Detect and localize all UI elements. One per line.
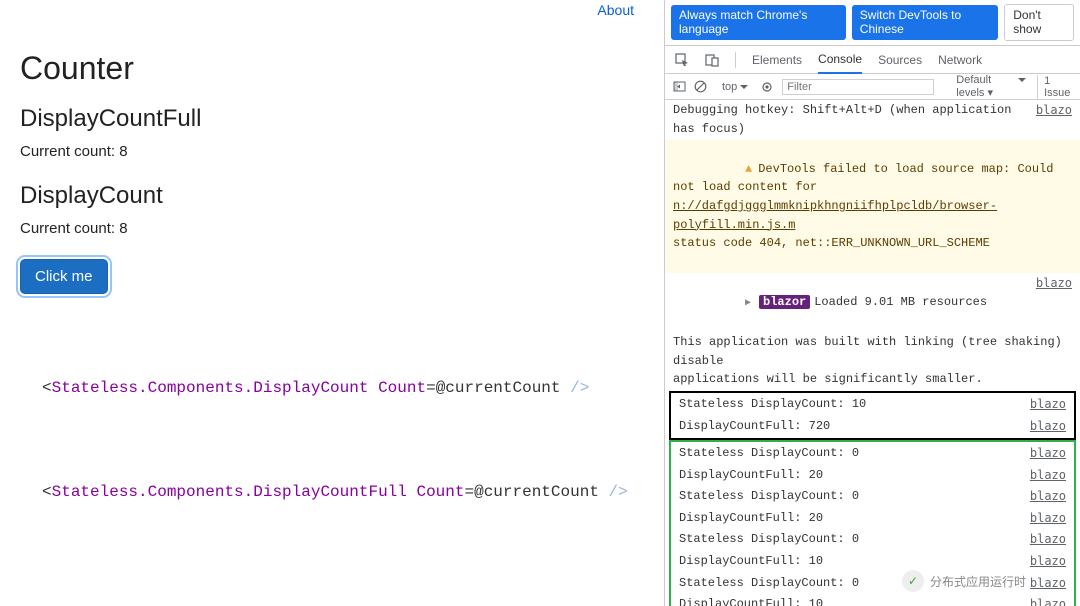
console-source-link[interactable]: blazo <box>1024 552 1066 571</box>
console-row: Debugging hotkey: Shift+Alt+D (when appl… <box>665 100 1080 140</box>
blazor-badge: blazor <box>759 295 810 309</box>
switch-chinese-button[interactable]: Switch DevTools to Chinese <box>852 5 998 40</box>
log-levels-selector[interactable]: Default levels ▾ <box>950 73 1029 100</box>
code-closer: /> <box>561 379 590 397</box>
tab-sources[interactable]: Sources <box>878 47 922 73</box>
console-message: Stateless DisplayCount: 0 <box>679 444 1024 463</box>
console-source-link[interactable]: blazo <box>1024 466 1066 485</box>
code-attr: Count <box>407 483 465 501</box>
wechat-icon: ✓ <box>902 570 924 592</box>
console-toolbar: top Default levels ▾ 1 Issue <box>665 74 1080 100</box>
console-row: This application was built with linking … <box>665 332 1080 391</box>
console-message: ▲DevTools failed to load source map: Cou… <box>673 141 1072 271</box>
dont-show-button[interactable]: Don't show <box>1004 4 1074 41</box>
console-output: Debugging hotkey: Shift+Alt+D (when appl… <box>665 100 1080 606</box>
watermark-text: 分布式应用运行时 <box>930 573 1026 590</box>
console-row: Stateless DisplayCount: 0blazo <box>671 443 1074 465</box>
watermark-badge: ✓ 分布式应用运行时 <box>898 568 1030 594</box>
nav-about-link[interactable]: About <box>597 2 634 20</box>
console-row: Stateless DisplayCount: 10blazo <box>671 394 1074 416</box>
console-row: DisplayCountFull: 20blazo <box>671 508 1074 530</box>
console-message: Stateless DisplayCount: 10 <box>679 395 1024 414</box>
code-tag: Stateless.Components.DisplayCount <box>52 379 369 397</box>
console-source-link[interactable]: blazo <box>1024 417 1066 436</box>
console-message: Stateless DisplayCount: 0 <box>679 487 1024 506</box>
current-count-full: Current count: 8 <box>20 143 644 160</box>
app-pane: About Counter DisplayCountFull Current c… <box>0 0 665 606</box>
tab-console[interactable]: Console <box>818 46 862 74</box>
console-message: DisplayCountFull: 720 <box>679 417 1024 436</box>
console-source-link[interactable]: blazo <box>1024 444 1066 463</box>
devtools-infobar: Always match Chrome's language Switch De… <box>665 0 1080 46</box>
devtools-tabbar: Elements Console Sources Network <box>665 46 1080 74</box>
top-nav: About <box>0 0 664 20</box>
console-row: DisplayCountFull: 720blazo <box>671 416 1074 438</box>
context-selector[interactable]: top <box>715 79 752 95</box>
code-line-2: <Stateless.Components.DisplayCountFull C… <box>42 455 644 532</box>
console-message: Debugging hotkey: Shift+Alt+D (when appl… <box>673 101 1030 138</box>
sourcemap-url-link[interactable]: n://dafgdjggglmmknipkhngniifhplpcldb/bro… <box>673 199 997 232</box>
code-attr: Count <box>368 379 426 397</box>
console-message: ▶blazorLoaded 9.01 MB resources <box>673 274 1030 330</box>
console-row: Stateless DisplayCount: 0blazo <box>671 529 1074 551</box>
console-source-link[interactable]: blazo <box>1024 530 1066 549</box>
console-row: DisplayCountFull: 20blazo <box>671 465 1074 487</box>
console-filter-input[interactable] <box>782 79 934 95</box>
highlight-box-black: Stateless DisplayCount: 10blazoDisplayCo… <box>669 391 1076 440</box>
code-eq: = <box>464 483 474 501</box>
devtools-pane: Always match Chrome's language Switch De… <box>665 0 1080 606</box>
console-source-link[interactable]: blazo <box>1024 509 1066 528</box>
console-message: DisplayCountFull: 20 <box>679 509 1024 528</box>
live-expression-icon[interactable] <box>760 80 774 94</box>
console-source-link[interactable]: blazo <box>1024 395 1066 414</box>
issues-button[interactable]: 1 Issue <box>1037 75 1072 99</box>
expand-icon[interactable]: ▶ <box>745 296 755 312</box>
warning-icon: ▲ <box>745 162 752 176</box>
match-language-button[interactable]: Always match Chrome's language <box>671 5 846 40</box>
tab-elements[interactable]: Elements <box>752 47 802 73</box>
click-me-button[interactable]: Click me <box>20 259 108 294</box>
console-message: DisplayCountFull: 20 <box>679 466 1024 485</box>
console-row: DisplayCountFull: 10blazo <box>671 594 1074 606</box>
console-message: DisplayCountFull: 10 <box>679 595 1024 606</box>
code-line-1: <Stateless.Components.DisplayCount Count… <box>42 350 644 427</box>
code-closer: /> <box>599 483 628 501</box>
console-row: ▶blazorLoaded 9.01 MB resources blazo <box>665 273 1080 332</box>
console-message: Stateless DisplayCount: 0 <box>679 530 1024 549</box>
current-count: Current count: 8 <box>20 220 644 237</box>
console-row: Stateless DisplayCount: 0blazo <box>671 486 1074 508</box>
console-source-link[interactable]: blazo <box>1024 574 1066 593</box>
inspect-element-icon[interactable] <box>675 53 689 67</box>
toggle-sidebar-icon[interactable] <box>673 80 686 94</box>
code-val: @currentCount <box>474 483 599 501</box>
device-toolbar-icon[interactable] <box>705 53 719 67</box>
section-heading-displaycount: DisplayCount <box>20 182 644 210</box>
page-title: Counter <box>20 50 644 87</box>
clear-console-icon[interactable] <box>694 80 707 94</box>
code-sample: <Stateless.Components.DisplayCount Count… <box>20 350 644 532</box>
tab-network[interactable]: Network <box>938 47 982 73</box>
console-source-link[interactable]: blazo <box>1024 487 1066 506</box>
code-val: @currentCount <box>436 379 561 397</box>
code-delim: < <box>42 483 52 501</box>
code-eq: = <box>426 379 436 397</box>
console-source-link[interactable]: blazo <box>1030 101 1072 138</box>
code-tag: Stateless.Components.DisplayCountFull <box>52 483 407 501</box>
console-source-link[interactable]: blazo <box>1030 274 1072 330</box>
console-row-warning: ▲DevTools failed to load source map: Cou… <box>665 140 1080 273</box>
console-source-link[interactable]: blazo <box>1024 595 1066 606</box>
console-message: This application was built with linking … <box>673 333 1072 389</box>
section-heading-displaycountfull: DisplayCountFull <box>20 105 644 133</box>
code-delim: < <box>42 379 52 397</box>
